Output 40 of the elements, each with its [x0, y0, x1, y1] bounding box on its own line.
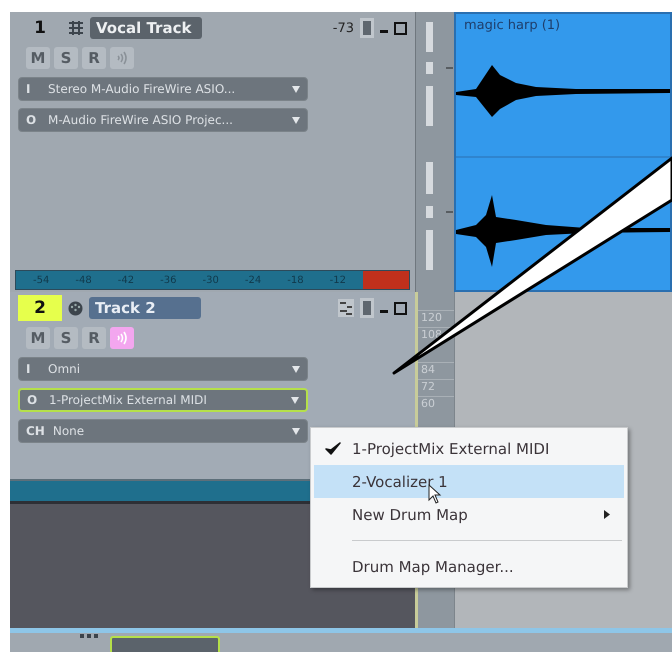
routing-dropdown[interactable]: I Stereo M-Audio FireWire ASIO... — [18, 77, 308, 101]
track-toggle-button[interactable]: S — [54, 47, 78, 69]
track-toggle-button[interactable]: R — [82, 47, 106, 69]
speaker-waves-icon — [115, 331, 129, 345]
track-toggle-button[interactable]: M — [26, 47, 50, 69]
grid-icon[interactable] — [80, 633, 98, 639]
midi-port-icon[interactable] — [68, 300, 83, 316]
routing-dropdown[interactable]: O 1-ProjectMix External MIDI — [18, 388, 308, 412]
track-name-field[interactable] — [110, 636, 220, 652]
track-toggle-button[interactable]: R — [82, 327, 106, 349]
audio-clip[interactable]: magic harp (1) — [454, 12, 672, 292]
grid-icon[interactable] — [68, 21, 84, 35]
track-name-field[interactable]: Track 2 — [89, 297, 201, 319]
piano-roll-icon[interactable] — [338, 299, 354, 317]
level-meter: -54 -48 -42 -36 -30 -24 -18 -12 — [15, 270, 410, 290]
meter-icon[interactable] — [360, 298, 374, 318]
input-echo-button[interactable] — [110, 47, 134, 69]
dropdown-arrow-icon — [292, 428, 300, 434]
meter-icon[interactable] — [360, 18, 374, 38]
menu-item[interactable]: New Drum Map — [314, 498, 624, 531]
track-toggle-button[interactable]: S — [54, 327, 78, 349]
track-number: 1 — [33, 17, 47, 40]
routing-dropdown[interactable]: CH None — [18, 419, 308, 443]
menu-item[interactable]: 1-ProjectMix External MIDI — [314, 432, 624, 465]
dropdown-arrow-icon — [292, 116, 300, 124]
track-name-field[interactable]: Vocal Track — [90, 17, 202, 39]
dropdown-arrow-icon — [292, 86, 300, 92]
track-toggle-button[interactable]: M — [26, 327, 50, 349]
dropdown-arrow-icon — [291, 396, 299, 404]
restore-icon[interactable] — [394, 302, 407, 314]
volume-readout: -73 — [332, 20, 354, 36]
menu-item[interactable]: Drum Map Manager... — [314, 550, 624, 583]
input-echo-button[interactable] — [110, 327, 134, 349]
speaker-waves-icon — [115, 51, 129, 65]
dropdown-arrow-icon — [292, 366, 300, 372]
routing-dropdown[interactable]: O M-Audio FireWire ASIO Projec... — [18, 108, 308, 132]
track-number: 2 — [18, 295, 62, 321]
routing-dropdown[interactable]: I Omni — [18, 357, 308, 381]
menu-item[interactable]: 2-Vocalizer 1 — [314, 465, 624, 498]
restore-icon[interactable] — [394, 22, 407, 34]
